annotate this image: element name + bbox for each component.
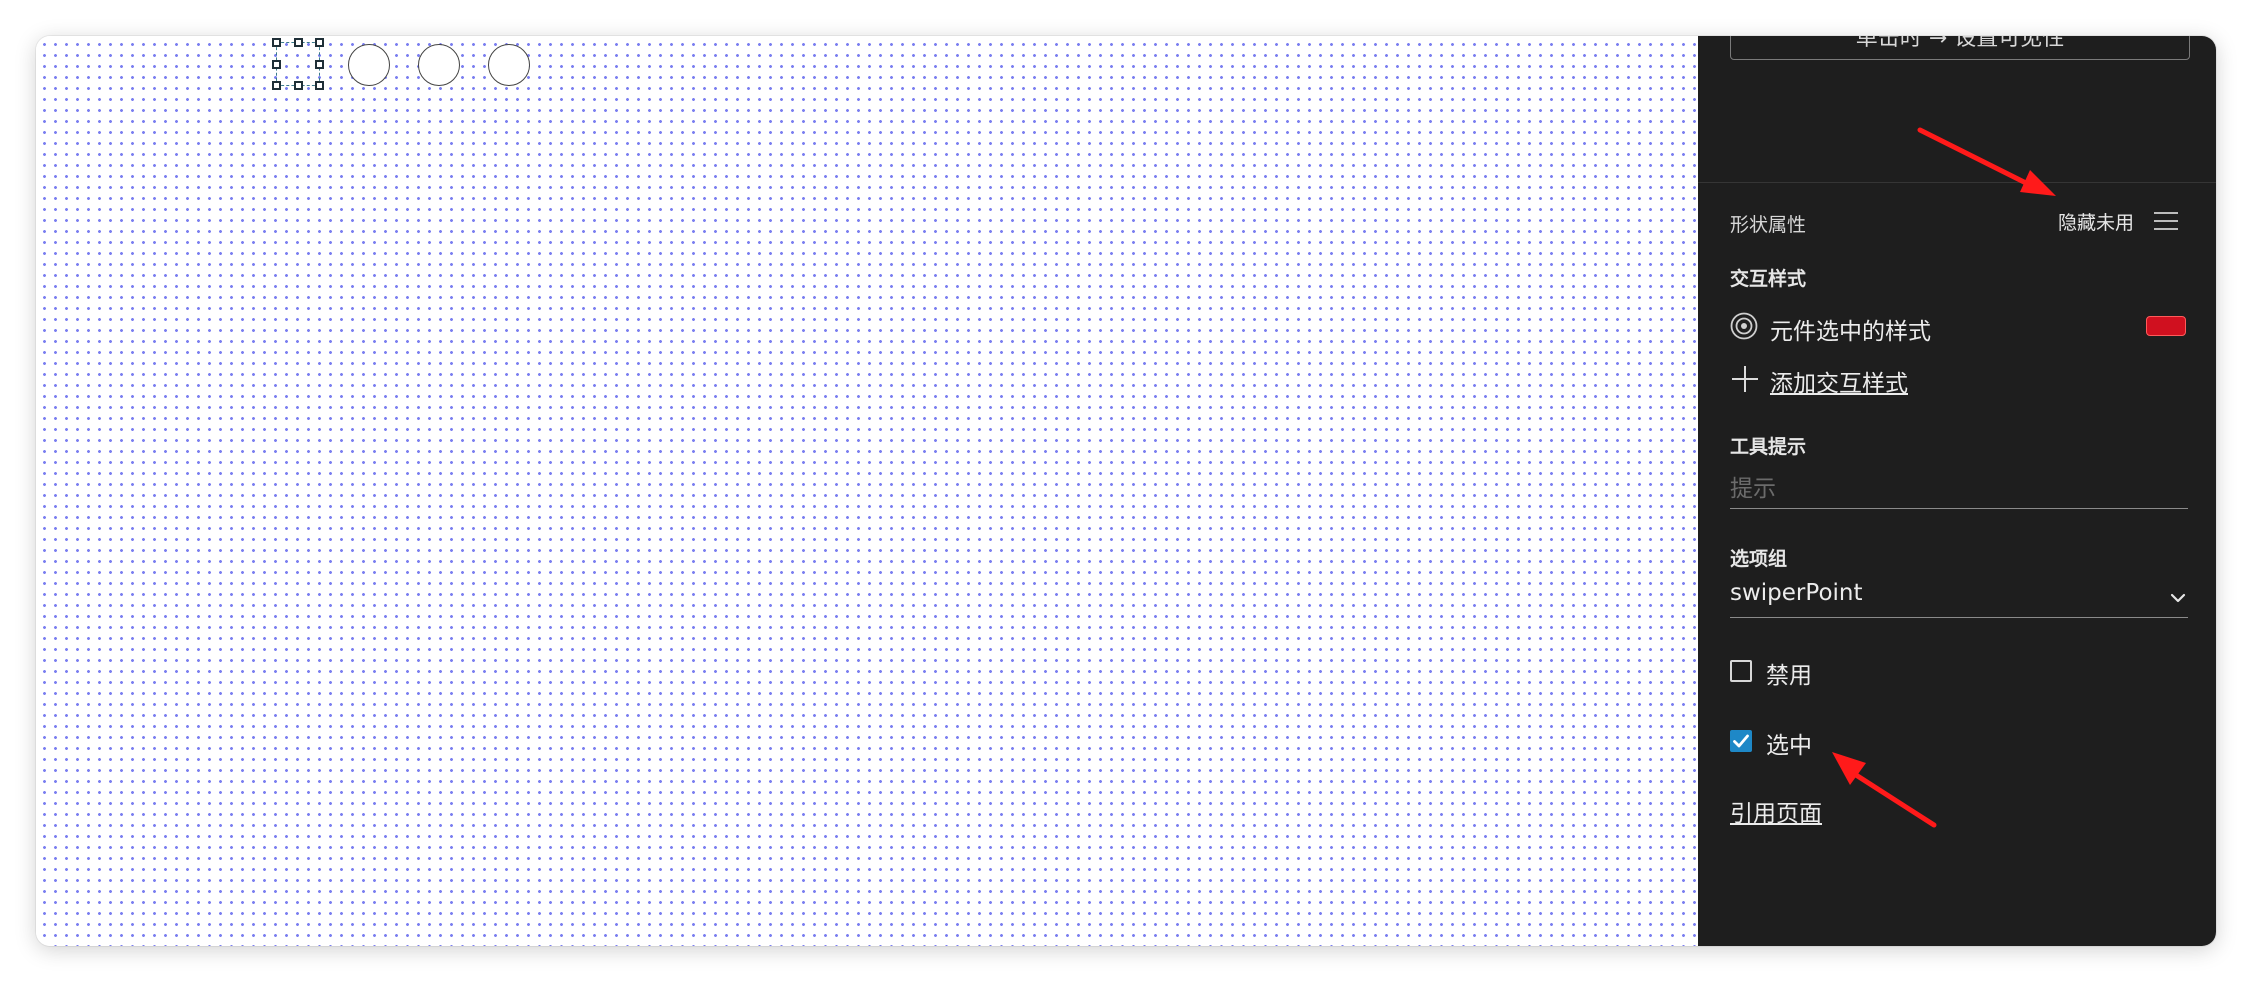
style-color-swatch[interactable] [2146, 316, 2186, 336]
interaction-action-button[interactable]: 单击时 → 设置可见性 [1730, 36, 2190, 60]
chevron-down-icon [2170, 593, 2186, 603]
target-icon [1730, 312, 1758, 340]
resize-handle-top[interactable] [294, 38, 303, 47]
hide-unused-toggle[interactable]: 隐藏未用 [2058, 208, 2134, 235]
selected-checkbox[interactable] [1730, 730, 1752, 752]
reference-page-link[interactable]: 引用页面 [1730, 794, 1822, 828]
panel-divider [1698, 182, 2216, 183]
checkmark-icon [1733, 734, 1749, 748]
resize-handle-top-left[interactable] [272, 38, 281, 47]
resize-handle-top-right[interactable] [315, 38, 324, 47]
resize-handle-bottom-right[interactable] [315, 81, 324, 90]
tooltip-heading: 工具提示 [1730, 436, 1807, 458]
properties-panel: 单击时 → 设置可见性 形状属性 隐藏未用 交互样式 元件选中的样式 添加交互样… [1698, 36, 2216, 946]
circle-shape[interactable] [418, 44, 460, 86]
interaction-style-item[interactable]: 元件选中的样式 [1730, 310, 2190, 345]
option-group-heading: 选项组 [1730, 548, 1788, 570]
disabled-checkbox[interactable] [1730, 660, 1752, 682]
circle-shape[interactable] [348, 44, 390, 86]
disabled-label: 禁用 [1766, 663, 1812, 689]
plus-icon [1732, 366, 1758, 392]
selected-shape[interactable] [272, 38, 324, 90]
resize-handle-left[interactable] [272, 60, 281, 69]
app-window: 单击时 → 设置可见性 形状属性 隐藏未用 交互样式 元件选中的样式 添加交互样… [36, 36, 2216, 946]
design-canvas[interactable] [36, 36, 1698, 946]
tooltip-input[interactable] [1730, 470, 2188, 509]
resize-handle-right[interactable] [315, 60, 324, 69]
circle-shape[interactable] [488, 44, 530, 86]
shape-properties-title: 形状属性 [1730, 214, 1807, 236]
add-interaction-style-link[interactable]: 添加交互样式 [1770, 364, 1908, 398]
interaction-styles-heading: 交互样式 [1730, 268, 1807, 290]
menu-icon[interactable] [2154, 212, 2178, 230]
resize-handle-bottom-left[interactable] [272, 81, 281, 90]
selected-label: 选中 [1766, 733, 1812, 759]
option-group-value: swiperPoint [1730, 580, 1863, 606]
option-group-select[interactable]: swiperPoint [1730, 580, 2188, 618]
interaction-style-label: 元件选中的样式 [1770, 319, 1931, 345]
resize-handle-bottom[interactable] [294, 81, 303, 90]
